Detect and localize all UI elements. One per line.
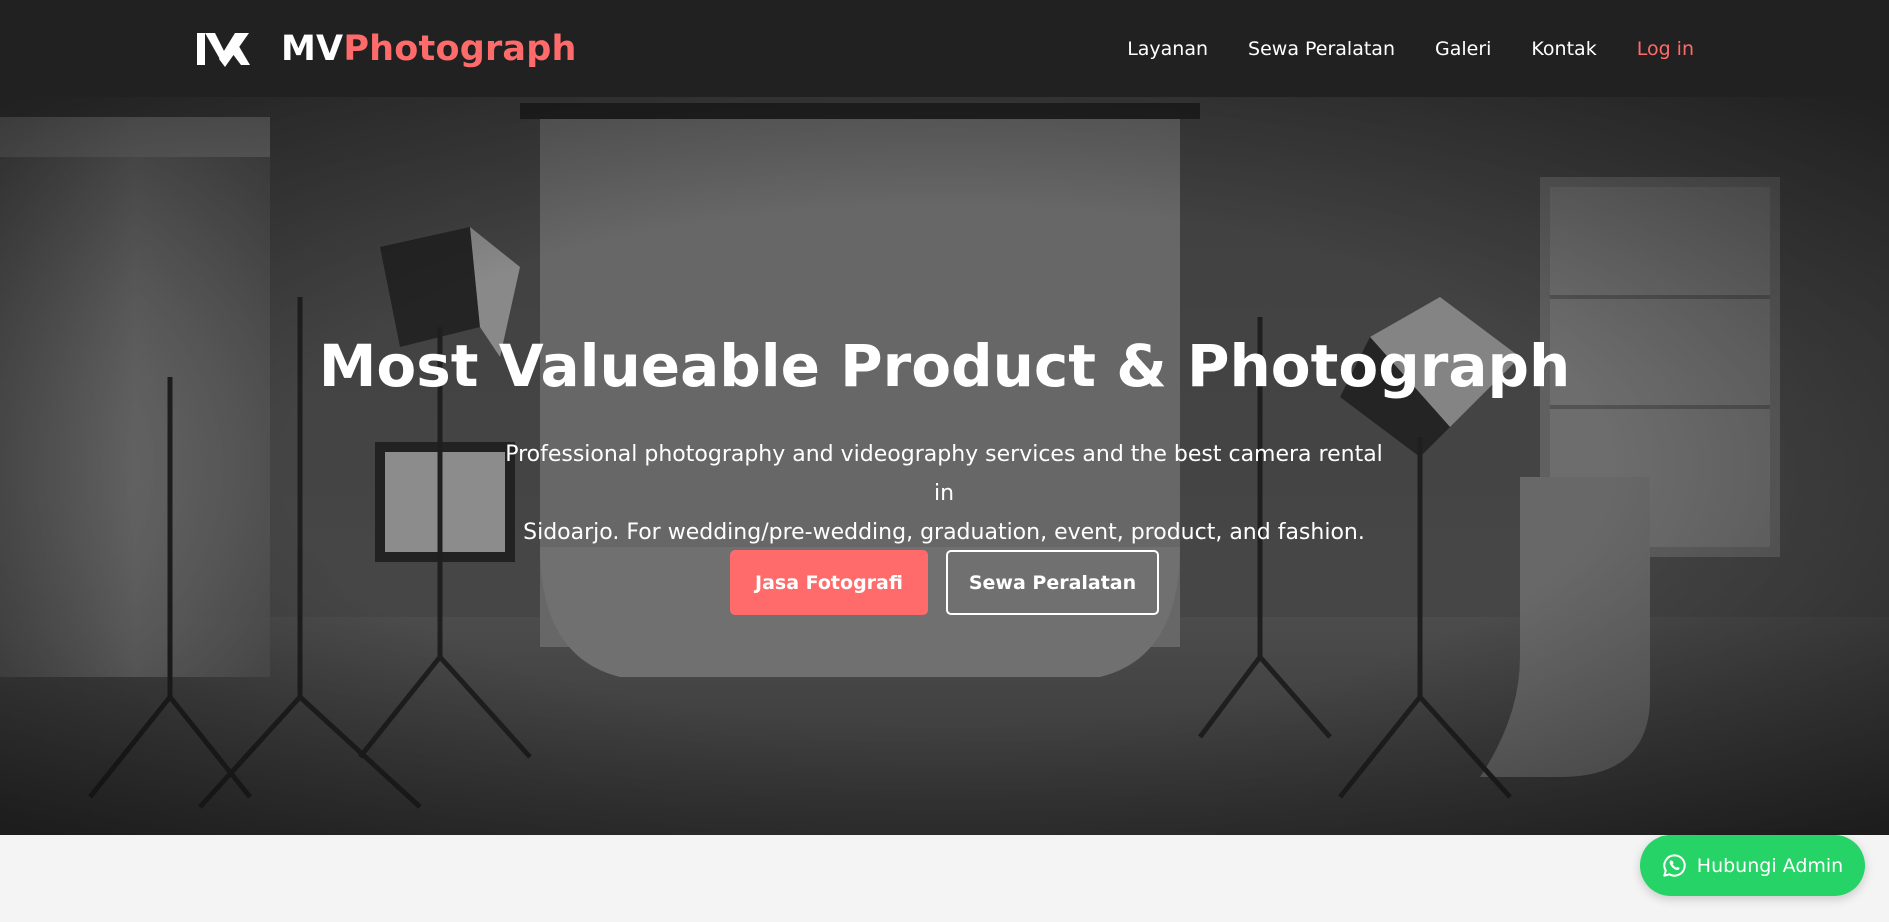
- hero-content: Most Valueable Product & Photograph Prof…: [0, 97, 1889, 835]
- whatsapp-contact-button[interactable]: Hubungi Admin: [1640, 835, 1865, 896]
- hero-title: Most Valueable Product & Photograph: [318, 332, 1571, 400]
- hero-section: Most Valueable Product & Photograph Prof…: [0, 97, 1889, 835]
- sewa-peralatan-button[interactable]: Sewa Peralatan: [946, 550, 1159, 615]
- nav-link-sewa-peralatan[interactable]: Sewa Peralatan: [1248, 38, 1395, 60]
- navbar: MVPhotograph Layanan Sewa Peralatan Gale…: [0, 0, 1889, 97]
- nav-item: Sewa Peralatan: [1248, 38, 1395, 60]
- nav-item: Log in: [1637, 38, 1694, 60]
- brand-home-link[interactable]: MVPhotograph: [195, 0, 577, 97]
- brand-name-prefix: MV: [281, 28, 344, 69]
- nav-link-galeri[interactable]: Galeri: [1435, 38, 1491, 60]
- jasa-fotografi-button[interactable]: Jasa Fotografi: [730, 550, 928, 615]
- brand-name-accent: Photograph: [343, 28, 577, 69]
- nav-link-layanan[interactable]: Layanan: [1127, 38, 1208, 60]
- login-link[interactable]: Log in: [1637, 38, 1694, 60]
- whatsapp-button-label: Hubungi Admin: [1696, 854, 1844, 877]
- hero-description: Professional photography and videography…: [494, 435, 1394, 552]
- hero-description-line-2: Sidoarjo. For wedding/pre-wedding, gradu…: [523, 520, 1365, 545]
- hero-description-line-1: Professional photography and videography…: [505, 442, 1383, 506]
- nav-menu: Layanan Sewa Peralatan Galeri Kontak Log…: [1127, 0, 1694, 97]
- brand-name: MVPhotograph: [281, 29, 577, 69]
- whatsapp-icon: [1663, 854, 1686, 877]
- nav-link-kontak[interactable]: Kontak: [1531, 38, 1596, 60]
- nav-item: Galeri: [1435, 38, 1491, 60]
- nav-item: Kontak: [1531, 38, 1596, 60]
- nav-item: Layanan: [1127, 38, 1208, 60]
- mv-logo-icon: [197, 32, 250, 67]
